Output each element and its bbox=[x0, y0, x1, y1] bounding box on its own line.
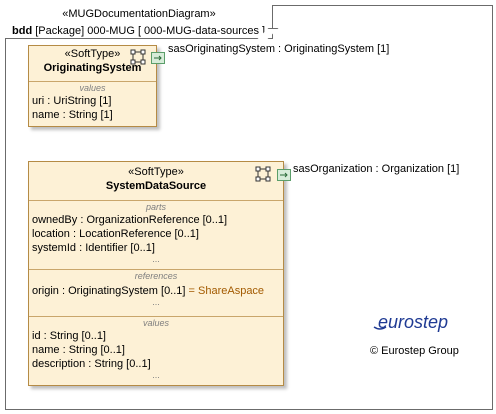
more-ellipsis: ... bbox=[152, 254, 160, 264]
compartment-title: references bbox=[134, 271, 178, 281]
value-row-uri[interactable]: uri : UriString [1] bbox=[29, 94, 156, 108]
value-name: description bbox=[32, 358, 86, 370]
part-name: ownedBy bbox=[32, 214, 78, 226]
compartment-title: parts bbox=[145, 202, 166, 212]
diagram-kind: bdd bbox=[12, 25, 33, 37]
values-compartment: values uri : UriString [1] name : String… bbox=[29, 82, 156, 124]
port-label-sas-organization: sasOrganization : Organization [1] bbox=[293, 163, 460, 175]
more-ellipsis: ... bbox=[152, 297, 160, 307]
reference-name: origin bbox=[32, 285, 59, 297]
copyright-text: © Eurostep Group bbox=[370, 345, 459, 357]
value-type: : String [0..1] bbox=[88, 358, 151, 370]
part-type: : Identifier [0..1] bbox=[79, 242, 155, 254]
parts-compartment: parts ownedBy : OrganizationReference [0… bbox=[29, 201, 283, 270]
value-type: : String [0..1] bbox=[62, 344, 125, 356]
reference-type: : OriginatingSystem [0..1] bbox=[61, 285, 186, 297]
references-compartment: references origin : OriginatingSystem [0… bbox=[29, 270, 283, 317]
part-row-owned-by[interactable]: ownedBy : OrganizationReference [0..1] bbox=[29, 213, 283, 227]
value-name: name bbox=[32, 344, 60, 356]
value-row-name[interactable]: name : String [1] bbox=[29, 108, 156, 122]
value-name: name bbox=[32, 109, 60, 121]
more-ellipsis: ... bbox=[152, 370, 160, 380]
hierarchy-icon bbox=[130, 49, 146, 65]
diagram-header-tab: «MUGDocumentationDiagram» bdd [Package] … bbox=[5, 5, 273, 39]
eurostep-logo: eurostep bbox=[373, 312, 448, 332]
values-compartment: values id : String [0..1] name : String … bbox=[29, 317, 283, 381]
port-label-sas-originating-system: sasOriginatingSystem : OriginatingSystem… bbox=[168, 43, 390, 55]
block-header: «SoftType» SystemDataSource bbox=[29, 162, 283, 201]
value-type: : String [1] bbox=[62, 109, 113, 121]
part-row-system-id[interactable]: systemId : Identifier [0..1] bbox=[29, 241, 283, 255]
part-name: systemId bbox=[32, 242, 77, 254]
system-data-source-block[interactable]: «SoftType» SystemDataSource parts ownedB… bbox=[28, 161, 284, 386]
reference-row-origin[interactable]: origin : OriginatingSystem [0..1] = Shar… bbox=[29, 282, 283, 298]
value-type: : String [0..1] bbox=[43, 330, 106, 342]
value-row-id[interactable]: id : String [0..1] bbox=[29, 329, 283, 343]
value-name: uri bbox=[32, 95, 45, 107]
hierarchy-icon bbox=[255, 166, 271, 182]
compartment-title: values bbox=[142, 318, 169, 328]
diagram-package-title: [Package] 000-MUG [ 000-MUG-data-sources… bbox=[35, 25, 266, 37]
diagram-title: bdd [Package] 000-MUG [ 000-MUG-data-sou… bbox=[12, 25, 265, 37]
reference-default: = ShareAspace bbox=[188, 285, 265, 297]
compartment-title: values bbox=[79, 83, 106, 93]
port-sas-organization[interactable] bbox=[277, 169, 291, 181]
port-sas-originating-system[interactable] bbox=[151, 52, 165, 64]
value-row-description[interactable]: description : String [0..1] bbox=[29, 357, 283, 371]
block-header: «SoftType» OriginatingSystem bbox=[29, 46, 156, 82]
value-type: : UriString [1] bbox=[47, 95, 112, 107]
block-stereotype: «SoftType» bbox=[128, 166, 184, 178]
diagram-stereotype: «MUGDocumentationDiagram» bbox=[62, 8, 216, 20]
originating-system-block[interactable]: «SoftType» OriginatingSystem values uri … bbox=[28, 45, 157, 127]
value-name: id bbox=[32, 330, 41, 342]
block-name: SystemDataSource bbox=[105, 180, 207, 192]
part-row-location[interactable]: location : LocationReference [0..1] bbox=[29, 227, 283, 241]
part-name: location bbox=[32, 228, 70, 240]
part-type: : OrganizationReference [0..1] bbox=[80, 214, 228, 226]
part-type: : LocationReference [0..1] bbox=[72, 228, 199, 240]
logo-text: eurostep bbox=[378, 312, 448, 332]
value-row-name[interactable]: name : String [0..1] bbox=[29, 343, 283, 357]
